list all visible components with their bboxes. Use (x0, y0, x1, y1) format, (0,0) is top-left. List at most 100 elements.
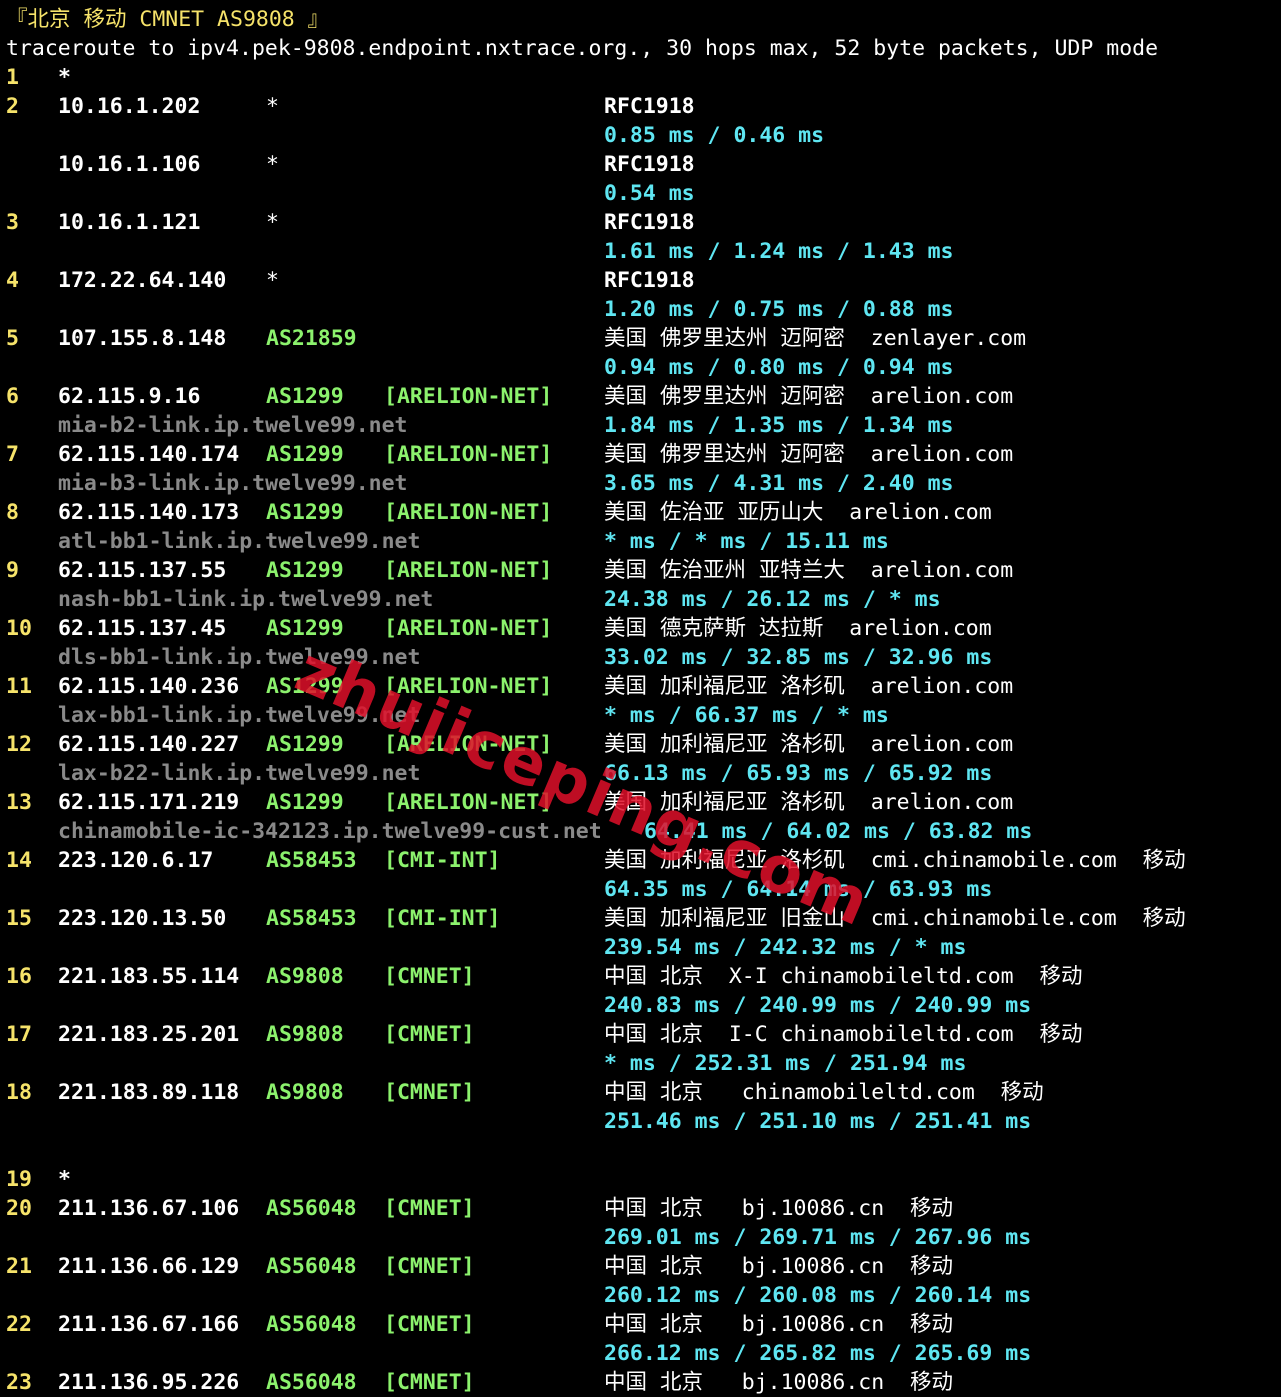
hop-network: [ARELION-NET] (384, 558, 553, 583)
hop-asn: AS56048 (266, 1196, 357, 1221)
hop-rtt: 3.65 ms / 4.31 ms / 2.40 ms (604, 471, 954, 496)
hop-network: [ARELION-NET] (384, 442, 553, 467)
hop-hostname: lax-b22-link.ip.twelve99.net (58, 761, 421, 786)
hop-rtt: * ms / 66.37 ms / * ms (604, 703, 889, 728)
hop-asn: AS58453 (266, 848, 357, 873)
hop-network: [CMI-INT] (384, 906, 501, 931)
hop-number: 9 (6, 558, 19, 583)
hop-geo: 美国 佐治亚 亚历山大 arelion.com (604, 500, 992, 525)
hop-rtt: 0.94 ms / 0.80 ms / 0.94 ms (604, 355, 954, 380)
hop-rtt: 1.61 ms / 1.24 ms / 1.43 ms (604, 239, 954, 264)
hop-geo: 中国 北京 bj.10086.cn 移动 (604, 1196, 954, 1221)
hop-info: RFC1918 (604, 210, 695, 235)
hop-number: 23 (6, 1370, 32, 1395)
hop-asn: * (266, 152, 279, 177)
hop-geo: 中国 北京 bj.10086.cn 移动 (604, 1370, 954, 1395)
hop-ip: 62.115.137.55 (58, 558, 227, 583)
hop-rtt: 24.38 ms / 26.12 ms / * ms (604, 587, 941, 612)
header-line: 『北京 移动 CMNET AS9808 』 (0, 5, 329, 34)
hop-network: [CMNET] (384, 1370, 475, 1395)
hop-ip: * (58, 1167, 71, 1192)
hop-network: [CMNET] (384, 1312, 475, 1337)
hop-number: 16 (6, 964, 32, 989)
hop-number: 18 (6, 1080, 32, 1105)
hop-number: 5 (6, 326, 19, 351)
hop-geo: 中国 北京 I-C chinamobileltd.com 移动 (604, 1022, 1083, 1047)
hop-rtt: 1.84 ms / 1.35 ms / 1.34 ms (604, 413, 954, 438)
hop-asn: AS1299 (266, 500, 344, 525)
hop-hostname: mia-b2-link.ip.twelve99.net (58, 413, 408, 438)
hop-info: RFC1918 (604, 94, 695, 119)
hop-number: 20 (6, 1196, 32, 1221)
hop-ip: 172.22.64.140 (58, 268, 227, 293)
hop-network: [CMI-INT] (384, 848, 501, 873)
hop-geo: 中国 北京 X-I chinamobileltd.com 移动 (604, 964, 1083, 989)
hop-asn: * (266, 94, 279, 119)
hop-ip: 221.183.25.201 (58, 1022, 240, 1047)
hop-network: [CMNET] (384, 1254, 475, 1279)
hop-rtt: * ms / 252.31 ms / 251.94 ms (604, 1051, 967, 1076)
hop-geo: 中国 北京 bj.10086.cn 移动 (604, 1312, 954, 1337)
hop-geo: 美国 加利福尼亚 洛杉矶 arelion.com (604, 732, 1014, 757)
hop-ip: 221.183.55.114 (58, 964, 240, 989)
hop-ip: 10.16.1.121 (58, 210, 201, 235)
hop-ip: 10.16.1.202 (58, 94, 201, 119)
hop-rtt: 1.20 ms / 0.75 ms / 0.88 ms (604, 297, 954, 322)
hop-asn: AS1299 (266, 732, 344, 757)
hop-hostname: mia-b3-link.ip.twelve99.net (58, 471, 408, 496)
hop-number: 2 (6, 94, 19, 119)
trace-header: 『北京 移动 CMNET AS9808 』 (6, 7, 330, 32)
hop-network: [CMNET] (384, 964, 475, 989)
hop-number: 15 (6, 906, 32, 931)
hop-ip: 62.115.140.173 (58, 500, 240, 525)
hop-ip: 62.115.140.227 (58, 732, 240, 757)
hop-asn: * (266, 210, 279, 235)
hop-geo: 美国 佛罗里达州 迈阿密 arelion.com (604, 384, 1014, 409)
hop-ip: 223.120.6.17 (58, 848, 214, 873)
hop-ip: 211.136.66.129 (58, 1254, 240, 1279)
hop-asn: AS1299 (266, 616, 344, 641)
hop-number: 21 (6, 1254, 32, 1279)
hop-geo: 美国 加利福尼亚 洛杉矶 arelion.com (604, 674, 1014, 699)
hop-rtt: 33.02 ms / 32.85 ms / 32.96 ms (604, 645, 993, 670)
hop-ip: 62.115.171.219 (58, 790, 240, 815)
traceroute-command: traceroute to ipv4.pek-9808.endpoint.nxt… (6, 36, 1159, 61)
hop-network: [ARELION-NET] (384, 616, 553, 641)
hop-rtt: 266.12 ms / 265.82 ms / 265.69 ms (604, 1341, 1032, 1366)
hop-info: RFC1918 (604, 152, 695, 177)
hop-asn: AS9808 (266, 964, 344, 989)
hop-rtt: * ms / * ms / 15.11 ms (604, 529, 889, 554)
hop-hostname: nash-bb1-link.ip.twelve99.net (58, 587, 434, 612)
hop-asn: AS1299 (266, 790, 344, 815)
hop-number: 8 (6, 500, 19, 525)
hop-geo: 美国 佛罗里达州 迈阿密 arelion.com (604, 442, 1014, 467)
hop-network: [CMNET] (384, 1022, 475, 1047)
hop-rtt: 269.01 ms / 269.71 ms / 267.96 ms (604, 1225, 1032, 1250)
hop-asn: AS56048 (266, 1254, 357, 1279)
hop-number: 1 (6, 65, 19, 90)
hop-rtt: 260.12 ms / 260.08 ms / 260.14 ms (604, 1283, 1032, 1308)
hop-geo: 中国 北京 chinamobileltd.com 移动 (604, 1080, 1044, 1105)
hop-number: 17 (6, 1022, 32, 1047)
hop-asn: * (266, 268, 279, 293)
hop-number: 10 (6, 616, 32, 641)
hop-asn: AS56048 (266, 1312, 357, 1337)
hop-number: 12 (6, 732, 32, 757)
hop-rtt: 239.54 ms / 242.32 ms / * ms (604, 935, 967, 960)
hop-number: 22 (6, 1312, 32, 1337)
hop-number: 7 (6, 442, 19, 467)
terminal-window[interactable]: 『北京 移动 CMNET AS9808 』 traceroute to ipv4… (0, 0, 1281, 1395)
hop-asn: AS21859 (266, 326, 357, 351)
hop-asn: AS1299 (266, 558, 344, 583)
hop-number: 11 (6, 674, 32, 699)
hop-rtt: 240.83 ms / 240.99 ms / 240.99 ms (604, 993, 1032, 1018)
hop-geo: 美国 加利福尼亚 旧金山 cmi.chinamobile.com 移动 (604, 906, 1186, 931)
hop-info: RFC1918 (604, 268, 695, 293)
hop-ip: 10.16.1.106 (58, 152, 201, 177)
hop-geo: 美国 德克萨斯 达拉斯 arelion.com (604, 616, 992, 641)
hop-ip: 62.115.137.45 (58, 616, 227, 641)
hop-network: [ARELION-NET] (384, 384, 553, 409)
hop-ip: 107.155.8.148 (58, 326, 227, 351)
hop-asn: AS1299 (266, 384, 344, 409)
hop-asn: AS9808 (266, 1080, 344, 1105)
